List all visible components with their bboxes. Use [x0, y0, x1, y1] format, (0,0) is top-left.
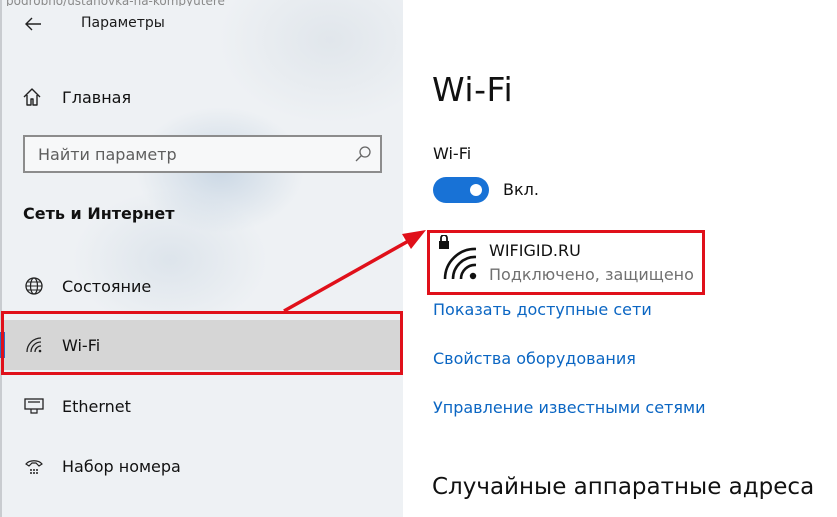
ethernet-icon — [22, 394, 46, 418]
background-window-text: podrobno/ustanovka-na-kompyutere — [0, 0, 290, 6]
home-link[interactable]: Главная — [20, 84, 131, 110]
home-label: Главная — [62, 87, 132, 107]
navigation-pane — [0, 0, 403, 517]
settings-search — [23, 135, 382, 173]
sidebar-item-ethernet[interactable]: Ethernet — [0, 381, 403, 431]
highlight-box-wifi-nav — [1, 311, 403, 375]
toggle-state-text: Вкл. — [503, 180, 539, 199]
back-button[interactable] — [20, 12, 46, 36]
random-hardware-addresses-heading: Случайные аппаратные адреса — [432, 474, 815, 500]
app-title: Параметры — [81, 15, 165, 31]
search-input[interactable] — [25, 139, 325, 169]
connected-network[interactable]: WIFIGID.RU Подключено, защищено — [427, 230, 705, 295]
sidebar-item-status[interactable]: Состояние — [0, 261, 403, 311]
secured-wifi-icon — [439, 235, 477, 280]
wifi-toggle-label: Wi-Fi — [433, 144, 472, 163]
sidebar-item-label: Ethernet — [62, 396, 131, 416]
sidebar-item-label: Набор номера — [62, 456, 181, 476]
search-icon[interactable] — [354, 145, 372, 163]
dialup-icon — [22, 454, 46, 478]
sidebar-section-title: Сеть и Интернет — [23, 204, 175, 223]
globe-icon — [22, 274, 46, 298]
show-available-networks-link[interactable]: Показать доступные сети — [433, 300, 652, 319]
back-arrow-icon — [25, 17, 41, 31]
sidebar-item-label: Состояние — [62, 276, 152, 296]
manage-known-networks-link[interactable]: Управление известными сетями — [433, 398, 705, 417]
window-edge — [0, 0, 2, 517]
toggle-knob — [470, 184, 482, 196]
home-icon — [20, 85, 44, 109]
network-ssid: WIFIGID.RU — [489, 241, 581, 260]
sidebar-item-dialup[interactable]: Набор номера — [0, 441, 403, 491]
hardware-properties-link[interactable]: Свойства оборудования — [433, 349, 636, 368]
network-status: Подключено, защищено — [489, 265, 694, 284]
wifi-toggle[interactable] — [433, 177, 489, 203]
page-title: Wi-Fi — [432, 70, 514, 109]
